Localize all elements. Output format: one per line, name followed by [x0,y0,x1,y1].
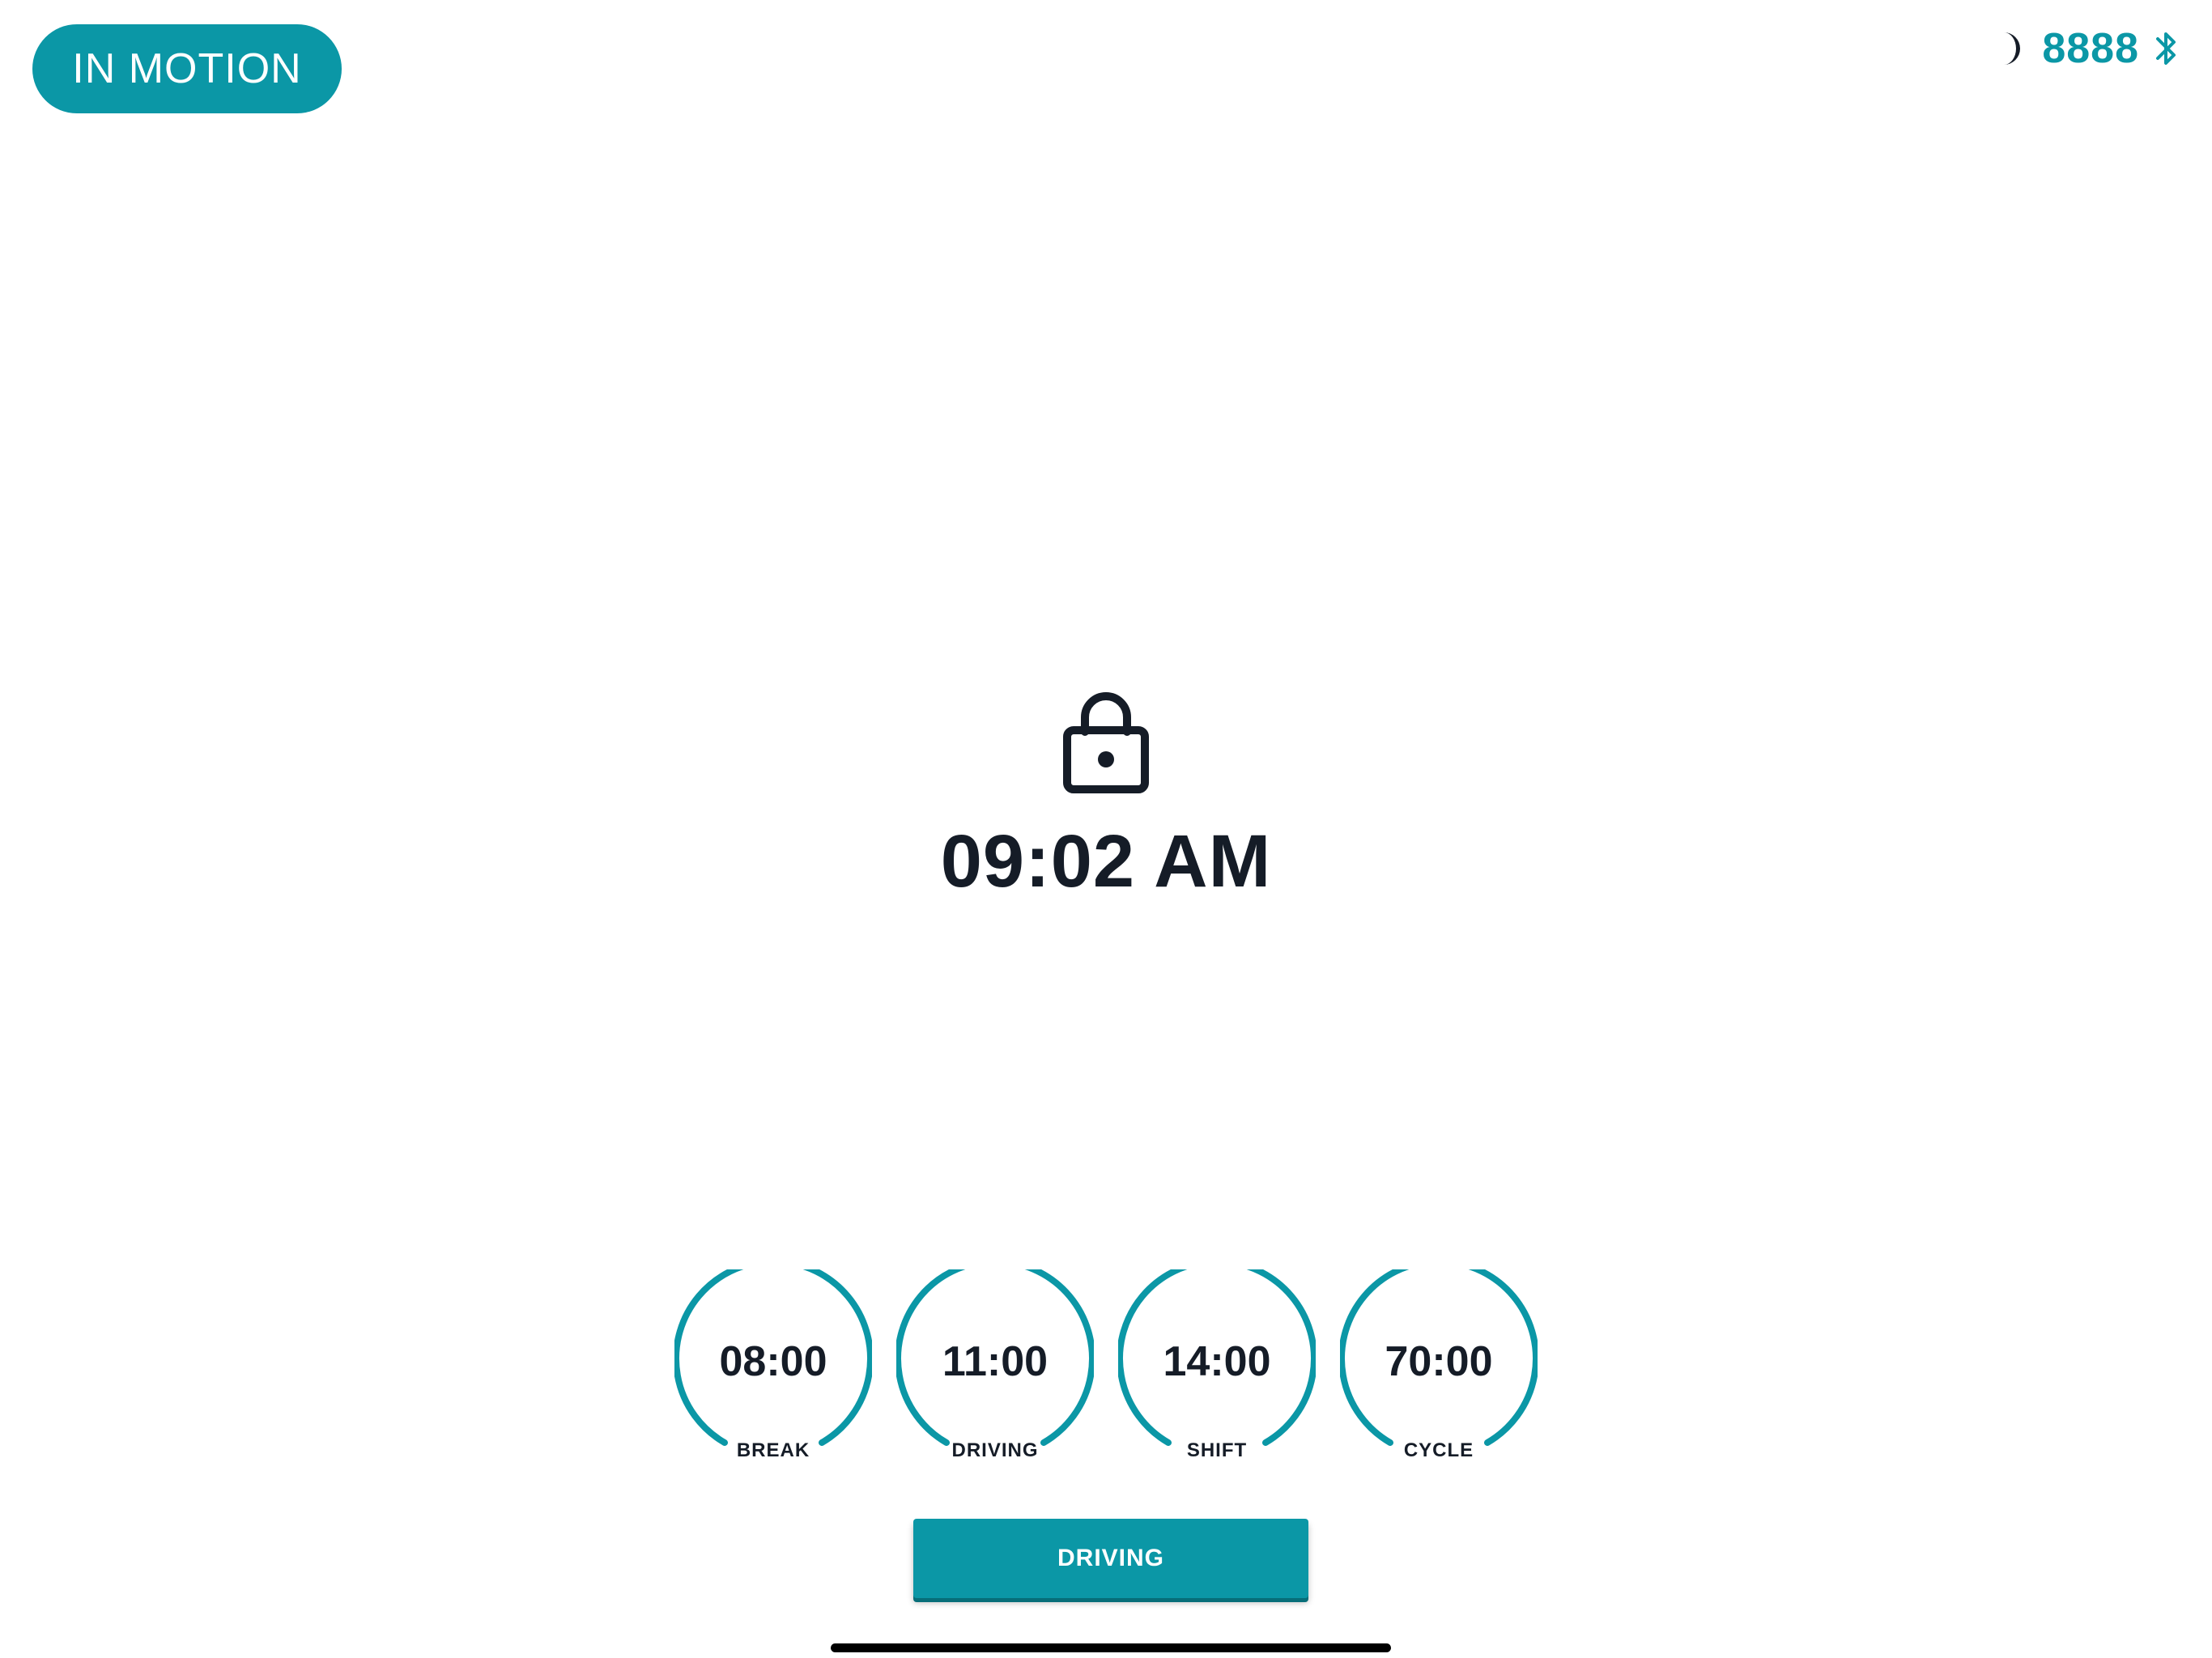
status-pill-label: IN MOTION [72,45,302,92]
bluetooth-icon[interactable] [2154,28,2180,70]
gauge-driving: 11:00 DRIVING [896,1269,1094,1467]
hours-gauges: 08:00 BREAK 11:00 DRIVING 14:00 SHIFT 70… [0,1269,2212,1467]
gauge-value: 08:00 [719,1338,827,1385]
gauge-value: 11:00 [942,1338,1049,1385]
gauge-cycle: 70:00 CYCLE [1340,1269,1538,1467]
gauge-value: 70:00 [1385,1338,1493,1385]
gauge-shift: 14:00 SHIFT [1118,1269,1316,1467]
status-pill[interactable]: IN MOTION [32,24,342,113]
gauge-label: DRIVING [951,1439,1039,1461]
lock-screen: IN MOTION 8888 09:02 AM 08:00 BREAK 11:0… [0,0,2212,1658]
moon-icon[interactable] [1995,29,2027,68]
gauge-label: SHIFT [1186,1439,1248,1461]
home-indicator[interactable] [831,1643,1391,1652]
duty-status-button[interactable]: DRIVING [913,1519,1308,1598]
gauge-label: CYCLE [1403,1439,1474,1461]
gauge-value: 14:00 [1163,1338,1271,1385]
lock-icon [1063,692,1149,793]
lock-area: 09:02 AM [0,688,2212,904]
duty-status-label: DRIVING [1057,1545,1164,1571]
unit-number: 8888 [2042,25,2139,72]
gauge-label: BREAK [736,1439,810,1461]
current-time: 09:02 AM [940,820,1272,903]
gauge-break: 08:00 BREAK [674,1269,872,1467]
top-right-status: 8888 [1995,23,2180,74]
